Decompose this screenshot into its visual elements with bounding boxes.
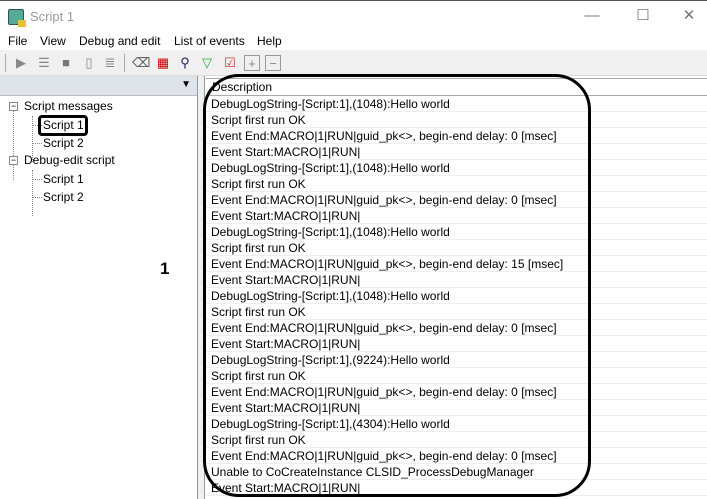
minus-icon[interactable]: −: [265, 55, 281, 71]
eraser-icon[interactable]: ⌫: [132, 55, 150, 71]
column-header-description[interactable]: Description: [206, 78, 707, 96]
list-row[interactable]: Event Start:MACRO|1|RUN|: [206, 400, 707, 416]
list-row[interactable]: Event End:MACRO|1|RUN|guid_pk<>, begin-e…: [206, 320, 707, 336]
maximize-button[interactable]: ☐: [620, 5, 666, 27]
tree-node-script-1[interactable]: Script 1: [43, 172, 84, 186]
edit-icon[interactable]: ▯: [81, 55, 97, 71]
plus-icon[interactable]: +: [244, 55, 260, 71]
menu-debug-and-edit[interactable]: Debug and edit: [79, 34, 160, 48]
list-row[interactable]: Unable to CoCreateInstance CLSID_Process…: [206, 464, 707, 480]
list-row[interactable]: DebugLogString-[Script:1],(1048):Hello w…: [206, 224, 707, 240]
toolbar: ▶ ☰ ■ ▯ ≣ ⌫ ▦ ⚲ ▽ ☑ + −: [0, 50, 707, 76]
list-row[interactable]: Script first run OK: [206, 176, 707, 192]
tree-node-script-2[interactable]: Script 2: [43, 136, 84, 150]
list-row[interactable]: Event End:MACRO|1|RUN|guid_pk<>, begin-e…: [206, 128, 707, 144]
list-row[interactable]: Event End:MACRO|1|RUN|guid_pk<>, begin-e…: [206, 192, 707, 208]
list-row[interactable]: Script first run OK: [206, 240, 707, 256]
tree-node-script-2[interactable]: Script 2: [43, 190, 84, 204]
filter-icon[interactable]: ▽: [199, 55, 215, 71]
save-icon[interactable]: ■: [58, 55, 74, 71]
panel-header: ▼: [0, 76, 197, 96]
list-row[interactable]: Script first run OK: [206, 432, 707, 448]
list-row[interactable]: DebugLogString-[Script:1],(4304):Hello w…: [206, 416, 707, 432]
step-icon[interactable]: ☰: [36, 55, 52, 71]
menu-view[interactable]: View: [40, 34, 66, 48]
menu-file[interactable]: File: [8, 34, 27, 48]
find-icon[interactable]: ⚲: [177, 55, 193, 71]
list-row[interactable]: DebugLogString-[Script:1],(1048):Hello w…: [206, 160, 707, 176]
list-row[interactable]: Event End:MACRO|1|RUN|guid_pk<>, begin-e…: [206, 448, 707, 464]
event-list: Description DebugLogString-[Script:1],(1…: [206, 78, 707, 499]
window-title: Script 1: [30, 9, 75, 24]
close-button[interactable]: ✕: [666, 5, 707, 27]
list-row[interactable]: Event End:MACRO|1|RUN|guid_pk<>, begin-e…: [206, 256, 707, 272]
filter-check-icon[interactable]: ☑: [222, 55, 238, 71]
list-row[interactable]: Event Start:MACRO|1|RUN|: [206, 208, 707, 224]
callout-number: 1: [160, 259, 170, 278]
menu-list-of-events[interactable]: List of events: [174, 34, 245, 48]
list-row[interactable]: Script first run OK: [206, 368, 707, 384]
script-tree-panel: ▼ − Script messages Script 1 Script 2 − …: [0, 76, 198, 499]
list-icon[interactable]: ≣: [102, 55, 118, 71]
list-row[interactable]: Script first run OK: [206, 112, 707, 128]
collapse-icon[interactable]: −: [9, 156, 18, 165]
list-row[interactable]: DebugLogString-[Script:1],(9224):Hello w…: [206, 352, 707, 368]
menu-bar: File View Debug and edit List of events …: [0, 32, 707, 50]
minimize-button[interactable]: —: [569, 5, 615, 27]
list-row[interactable]: Event Start:MACRO|1|RUN|: [206, 144, 707, 160]
app-icon: [8, 9, 26, 27]
list-row[interactable]: DebugLogString-[Script:1],(1048):Hello w…: [206, 288, 707, 304]
menu-help[interactable]: Help: [257, 34, 282, 48]
list-row[interactable]: Event Start:MACRO|1|RUN|: [206, 336, 707, 352]
colors-icon[interactable]: ▦: [155, 55, 171, 71]
title-bar: Script 1 — ☐ ✕: [0, 0, 707, 32]
run-icon[interactable]: ▶: [13, 55, 29, 71]
list-row[interactable]: Event End:MACRO|1|RUN|guid_pk<>, begin-e…: [206, 384, 707, 400]
list-row[interactable]: DebugLogString-[Script:1],(1048):Hello w…: [206, 96, 707, 112]
splitter[interactable]: [198, 76, 205, 499]
pin-icon[interactable]: ▼: [181, 79, 191, 90]
tree-node-debug-edit-script[interactable]: Debug-edit script: [24, 153, 115, 167]
collapse-icon[interactable]: −: [9, 102, 18, 111]
list-row[interactable]: Event Start:MACRO|1|RUN|: [206, 480, 707, 496]
list-row[interactable]: Event Start:MACRO|1|RUN|: [206, 272, 707, 288]
selection-highlight: [38, 115, 88, 136]
list-row[interactable]: Script first run OK: [206, 304, 707, 320]
tree-node-script-messages[interactable]: Script messages: [24, 99, 113, 113]
